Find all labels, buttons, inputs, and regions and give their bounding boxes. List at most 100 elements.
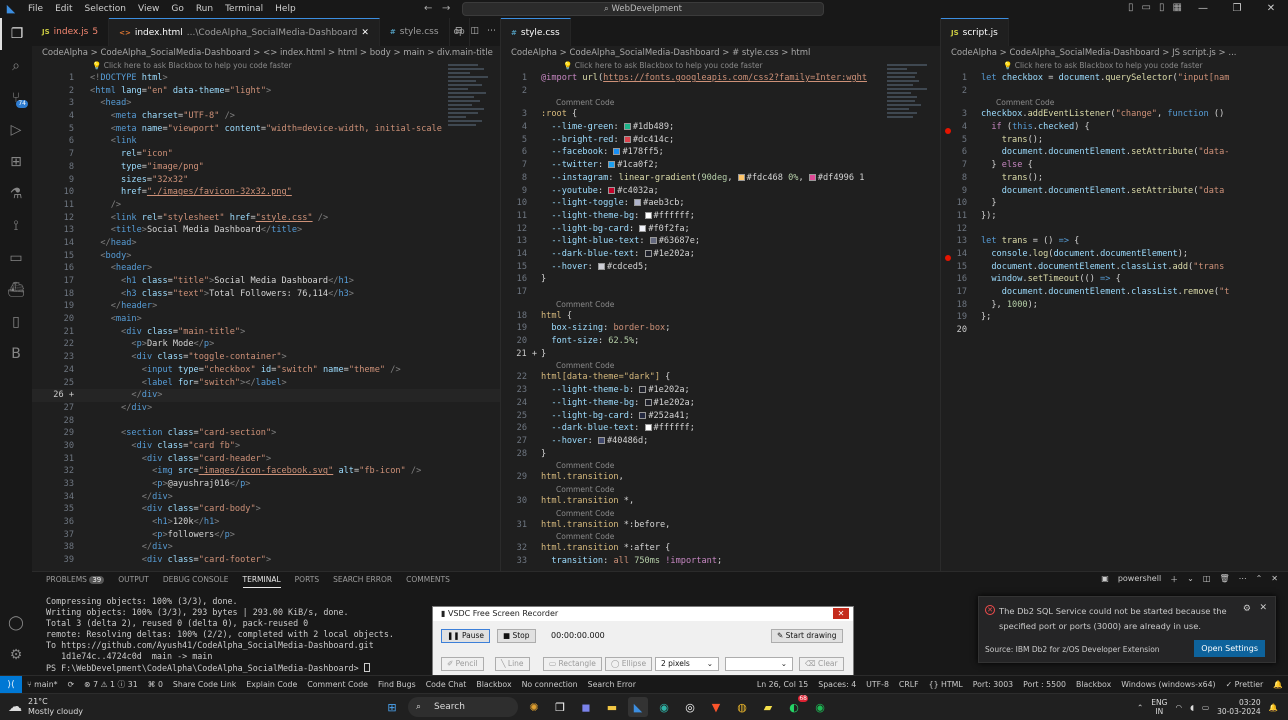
blackbox-icon[interactable]: B — [0, 338, 32, 370]
teams-icon[interactable]: ◼ — [576, 697, 596, 717]
code-area[interactable]: 1 let checkbox = document.querySelector("… — [941, 72, 1288, 337]
breadcrumb[interactable]: CodeAlpha > CodeAlpha_SocialMedia-Dashbo… — [941, 46, 1288, 60]
tab-output[interactable]: OUTPUT — [118, 572, 149, 588]
connection-status[interactable]: No connection — [517, 680, 583, 689]
database-icon[interactable]: ▯ — [0, 306, 32, 338]
breakpoint-dot[interactable] — [945, 128, 951, 134]
dell-icon[interactable]: ◎ — [680, 697, 700, 717]
color-select[interactable]: ⌄ — [725, 657, 793, 671]
menu-terminal[interactable]: Terminal — [219, 0, 269, 18]
close-panel-icon[interactable]: ✕ — [1271, 574, 1278, 585]
breadcrumb[interactable]: CodeAlpha > CodeAlpha_SocialMedia-Dashbo… — [501, 46, 940, 60]
codelens-comment-code[interactable]: Comment Code — [501, 299, 940, 310]
vscode-taskbar-icon[interactable]: ◣ — [628, 697, 648, 717]
comment-code[interactable]: Comment Code — [302, 680, 373, 689]
taskbar-search[interactable]: ⌕ Search — [408, 697, 518, 717]
more-actions-icon[interactable]: ⋯ — [1239, 574, 1247, 585]
minimap[interactable] — [448, 64, 492, 564]
menu-go[interactable]: Go — [165, 0, 189, 18]
sync-icon[interactable]: ⟳ — [63, 680, 80, 689]
tab-style-css[interactable]: # style.css — [380, 18, 450, 46]
blackbox-hint[interactable]: 💡 Click here to ask Blackbox to help you… — [501, 60, 940, 72]
weather-widget[interactable]: ☁ 21°C Mostly cloudy — [8, 697, 83, 717]
tab-script-js[interactable]: JS script.js — [941, 18, 1009, 46]
split-editor-icon[interactable]: ◫ — [470, 26, 479, 36]
wifi-icon[interactable]: ◠ — [1175, 703, 1182, 712]
open-preview-icon[interactable]: ⊟ — [455, 26, 463, 36]
rectangle-tool[interactable]: ▭ Rectangle — [543, 657, 602, 671]
share-code-link[interactable]: Share Code Link — [168, 680, 241, 689]
file-explorer-icon[interactable]: ▬ — [602, 697, 622, 717]
recorder-close-icon[interactable]: ✕ — [833, 608, 849, 619]
edge-icon[interactable]: ◉ — [654, 697, 674, 717]
tab-debug-console[interactable]: DEBUG CONSOLE — [163, 572, 229, 588]
whatsapp-icon[interactable]: ◐ 68 — [784, 695, 808, 717]
tab-search-error[interactable]: SEARCH ERROR — [333, 572, 392, 588]
git-graph-icon[interactable]: ⟟ — [0, 210, 32, 242]
platform[interactable]: Windows (windows-x64) — [1116, 676, 1220, 694]
extensions-icon[interactable]: ⊞ — [0, 146, 32, 178]
clear-button[interactable]: ⌫ Clear — [799, 657, 844, 671]
remote-indicator-icon[interactable]: ⟩⟨ — [0, 675, 22, 694]
indentation[interactable]: Spaces: 4 — [813, 676, 861, 694]
code-area[interactable]: 1 <!DOCTYPE html> 2 <html lang="en" data-t… — [32, 72, 500, 567]
ports-indicator[interactable]: ⌘ 0 — [143, 680, 168, 689]
blackbox-right[interactable]: Blackbox — [1071, 676, 1116, 694]
tab-ports[interactable]: PORTS — [295, 572, 319, 588]
command-center-search[interactable]: ⌕ WebDevelpment — [462, 2, 824, 16]
toggle-sidebar-icon[interactable]: ▯ — [1128, 2, 1134, 13]
explorer-icon[interactable]: ❐ — [0, 18, 32, 50]
blackbox-status[interactable]: Blackbox — [471, 680, 516, 689]
menu-selection[interactable]: Selection — [79, 0, 132, 18]
codelens-comment-code[interactable]: Comment Code — [501, 97, 940, 108]
toggle-secondary-sidebar-icon[interactable]: ▯ — [1159, 2, 1165, 13]
notifications-bell-icon[interactable]: 🔔 — [1268, 676, 1288, 694]
port-3003[interactable]: Port: 3003 — [968, 676, 1018, 694]
close-icon[interactable]: ✕ — [361, 28, 369, 38]
open-settings-button[interactable]: Open Settings — [1194, 640, 1265, 657]
problems-indicator[interactable]: ⊗ 7 ⚠ 1 ⓘ 31 — [79, 679, 143, 690]
search-icon[interactable]: ⌕ — [0, 50, 32, 82]
battery-icon[interactable]: ▭ — [1202, 703, 1209, 712]
find-bugs[interactable]: Find Bugs — [373, 680, 421, 689]
menu-run[interactable]: Run — [190, 0, 219, 18]
live-server-port[interactable]: Port : 5500 — [1018, 676, 1071, 694]
settings-gear-icon[interactable]: ⚙ — [0, 639, 32, 671]
menu-help[interactable]: Help — [269, 0, 302, 18]
terminal-output[interactable]: Compressing objects: 100% (3/3), done. Wr… — [46, 596, 394, 674]
tray-overflow-icon[interactable]: ⌃ — [1137, 703, 1143, 712]
language-indicator[interactable]: ENG IN — [1151, 698, 1167, 716]
minimize-icon[interactable]: — — [1186, 0, 1220, 18]
encoding[interactable]: UTF-8 — [861, 676, 894, 694]
codelens-comment-code[interactable]: Comment Code — [941, 97, 1288, 108]
notification-center-icon[interactable]: 🔔 — [1269, 703, 1278, 712]
source-control-icon[interactable]: ⑂ 74 — [0, 82, 32, 114]
ellipse-tool[interactable]: ◯ Ellipse — [605, 657, 653, 671]
close-window-icon[interactable]: ✕ — [1254, 0, 1288, 18]
prettier[interactable]: ✓ Prettier — [1221, 676, 1269, 694]
pencil-tool[interactable]: ✐ Pencil — [441, 657, 484, 671]
line-ending[interactable]: CRLF — [894, 676, 924, 694]
shell-name[interactable]: powershell — [1118, 574, 1161, 585]
menu-view[interactable]: View — [132, 0, 165, 18]
split-terminal-icon[interactable]: ◫ — [1203, 574, 1211, 585]
back-arrow-icon[interactable]: ← — [424, 3, 432, 14]
code-area[interactable]: 1 @import url(https://fonts.googleapis.co… — [501, 72, 940, 568]
tab-index-html[interactable]: <> index.html ...\CodeAlpha_SocialMedia-Da… — [109, 18, 380, 46]
codelens-comment-code[interactable]: Comment Code — [501, 484, 940, 495]
brave-icon[interactable]: ▼ — [706, 697, 726, 717]
line-tool[interactable]: ╲ Line — [495, 657, 530, 671]
forward-arrow-icon[interactable]: → — [442, 3, 450, 14]
codelens-comment-code[interactable]: Comment Code — [501, 460, 940, 471]
maximize-icon[interactable]: ❐ — [1220, 0, 1254, 18]
spotify-icon[interactable]: ◉ — [810, 697, 830, 717]
minimap[interactable] — [887, 64, 931, 564]
testing-icon[interactable]: ⚗ — [0, 178, 32, 210]
toggle-panel-icon[interactable]: ▭ — [1142, 2, 1151, 13]
chevron-down-icon[interactable]: ⌄ — [1187, 574, 1194, 585]
maximize-panel-icon[interactable]: ⌃ — [1256, 574, 1263, 585]
clock[interactable]: 03:20 30-03-2024 — [1217, 698, 1261, 716]
code-chat[interactable]: Code Chat — [421, 680, 472, 689]
run-debug-icon[interactable]: ▷ — [0, 114, 32, 146]
copilot-icon[interactable]: ✺ — [524, 697, 544, 717]
